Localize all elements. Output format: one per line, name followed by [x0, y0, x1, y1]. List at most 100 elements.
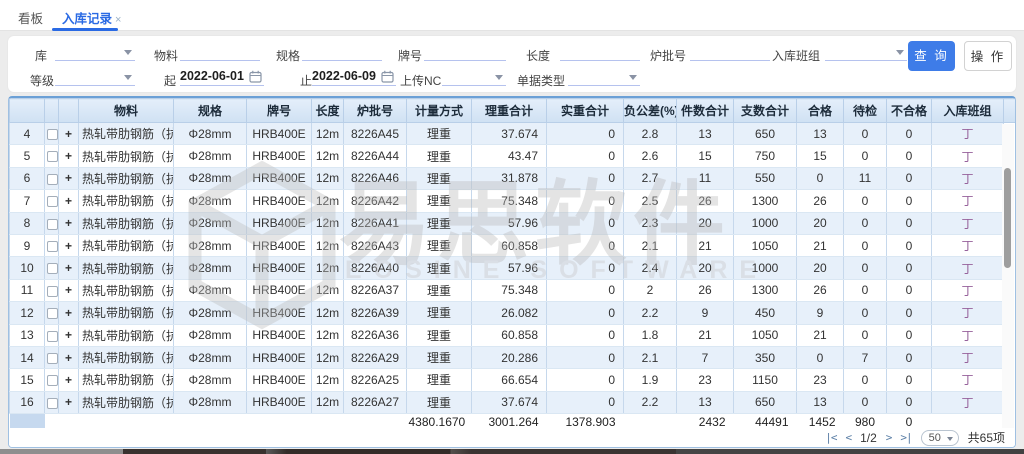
checkbox[interactable] [47, 241, 58, 252]
checkbox[interactable] [47, 129, 58, 140]
col-tolerance[interactable]: 负公差(%) [624, 99, 677, 123]
vertical-scrollbar-track[interactable] [1002, 124, 1014, 429]
row-checkbox-cell[interactable] [45, 257, 59, 279]
row-checkbox-cell[interactable] [45, 346, 59, 368]
tab-inbound-records[interactable]: 入库记录× [62, 8, 121, 27]
table-row[interactable]: 11 + 热轧带肋钢筋（抗震） Φ28mm HRB400E 12m 8226A3… [10, 279, 1016, 301]
expand-button[interactable]: + [59, 123, 79, 145]
checkbox[interactable] [47, 263, 58, 274]
calendar-icon[interactable] [249, 70, 262, 83]
furnace-batch-input[interactable] [690, 42, 770, 61]
expand-button[interactable]: + [59, 234, 79, 256]
upload-nc-select[interactable] [442, 67, 506, 86]
table-row[interactable]: 4 + 热轧带肋钢筋（抗震） Φ28mm HRB400E 12m 8226A45… [10, 123, 1016, 145]
prev-page-icon[interactable]: < [845, 431, 851, 444]
col-length[interactable]: 长度 [312, 99, 344, 123]
team-cell: 丁 [932, 324, 1004, 346]
last-page-icon[interactable]: >| [900, 431, 911, 444]
col-theoretical[interactable]: 理重合计 [472, 99, 547, 123]
expand-button[interactable]: + [59, 190, 79, 212]
col-pieces[interactable]: 件数合计 [677, 99, 734, 123]
col-pending[interactable]: 待检 [844, 99, 887, 123]
col-brand[interactable]: 牌号 [247, 99, 312, 123]
checkbox[interactable] [47, 308, 58, 319]
expand-button[interactable]: + [59, 346, 79, 368]
row-checkbox-cell[interactable] [45, 145, 59, 167]
vertical-scrollbar-thumb[interactable] [1004, 168, 1011, 268]
material-input[interactable] [180, 42, 260, 61]
checkbox[interactable] [47, 151, 58, 162]
table-row[interactable]: 10 + 热轧带肋钢筋（抗震） Φ28mm HRB400E 12m 8226A4… [10, 257, 1016, 279]
row-checkbox-cell[interactable] [45, 279, 59, 301]
col-pass[interactable]: 合格 [797, 99, 844, 123]
expand-button[interactable]: + [59, 391, 79, 413]
date-from-input[interactable]: 2022-06-01 [180, 67, 264, 86]
brand-cell: HRB400E [247, 167, 312, 189]
row-checkbox-cell[interactable] [45, 212, 59, 234]
table-row[interactable]: 8 + 热轧带肋钢筋（抗震） Φ28mm HRB400E 12m 8226A41… [10, 212, 1016, 234]
table-row[interactable]: 6 + 热轧带肋钢筋（抗震） Φ28mm HRB400E 12m 8226A46… [10, 167, 1016, 189]
tab-dashboard[interactable]: 看板 [18, 8, 43, 27]
col-team[interactable]: 入库班组 [932, 99, 1004, 123]
method-cell: 理重 [407, 257, 472, 279]
table-row[interactable]: 14 + 热轧带肋钢筋（抗震） Φ28mm HRB400E 12m 8226A2… [10, 346, 1016, 368]
col-spec[interactable]: 规格 [174, 99, 247, 123]
col-bars[interactable]: 支数合计 [734, 99, 797, 123]
table-row[interactable]: 13 + 热轧带肋钢筋（抗震） Φ28mm HRB400E 12m 8226A3… [10, 324, 1016, 346]
expand-button[interactable]: + [59, 257, 79, 279]
col-fail[interactable]: 不合格 [887, 99, 932, 123]
row-checkbox-cell[interactable] [45, 302, 59, 324]
inbound-team-select[interactable] [825, 42, 907, 61]
checkbox[interactable] [47, 331, 58, 342]
first-page-icon[interactable]: |< [825, 431, 836, 444]
pieces-cell: 26 [677, 190, 734, 212]
page-size-select[interactable]: 50 [921, 430, 959, 446]
table-row[interactable]: 9 + 热轧带肋钢筋（抗震） Φ28mm HRB400E 12m 8226A43… [10, 234, 1016, 256]
row-checkbox-cell[interactable] [45, 167, 59, 189]
tab-close-icon[interactable]: × [115, 14, 121, 26]
checkbox[interactable] [47, 174, 58, 185]
table-row[interactable]: 5 + 热轧带肋钢筋（抗震） Φ28mm HRB400E 12m 8226A44… [10, 145, 1016, 167]
tolerance-cell: 2.2 [624, 391, 677, 413]
table-row[interactable]: 15 + 热轧带肋钢筋（抗震） Φ28mm HRB400E 12m 8226A2… [10, 369, 1016, 391]
query-button[interactable]: 查 询 [908, 41, 955, 71]
date-to-input[interactable]: 2022-06-09 [312, 67, 396, 86]
table-row[interactable]: 12 + 热轧带肋钢筋（抗震） Φ28mm HRB400E 12m 8226A3… [10, 302, 1016, 324]
checkbox[interactable] [47, 353, 58, 364]
actual-weight-cell: 0 [547, 167, 624, 189]
expand-button[interactable]: + [59, 302, 79, 324]
expand-button[interactable]: + [59, 324, 79, 346]
calendar-icon[interactable] [381, 70, 394, 83]
checkbox[interactable] [47, 196, 58, 207]
checkbox[interactable] [47, 375, 58, 386]
col-batch[interactable]: 炉批号 [344, 99, 407, 123]
expand-button[interactable]: + [59, 167, 79, 189]
doc-type-select[interactable] [568, 67, 640, 86]
expand-button[interactable]: + [59, 145, 79, 167]
table-row[interactable]: 16 + 热轧带肋钢筋（抗震） Φ28mm HRB400E 12m 8226A2… [10, 391, 1016, 413]
row-checkbox-cell[interactable] [45, 190, 59, 212]
row-checkbox-cell[interactable] [45, 234, 59, 256]
row-checkbox-cell[interactable] [45, 391, 59, 413]
expand-button[interactable]: + [59, 279, 79, 301]
checkbox[interactable] [47, 398, 58, 409]
row-checkbox-cell[interactable] [45, 324, 59, 346]
length-input[interactable] [560, 42, 640, 61]
spec-input[interactable] [302, 42, 382, 61]
checkbox[interactable] [47, 286, 58, 297]
table-row[interactable]: 7 + 热轧带肋钢筋（抗震） Φ28mm HRB400E 12m 8226A42… [10, 190, 1016, 212]
fail-cell: 0 [887, 167, 932, 189]
grade-select[interactable] [55, 67, 135, 86]
col-actual[interactable]: 实重合计 [547, 99, 624, 123]
expand-button[interactable]: + [59, 369, 79, 391]
col-method[interactable]: 计量方式 [407, 99, 472, 123]
brand-input[interactable] [424, 42, 506, 61]
checkbox[interactable] [47, 219, 58, 230]
next-page-icon[interactable]: > [886, 431, 892, 444]
row-checkbox-cell[interactable] [45, 123, 59, 145]
row-checkbox-cell[interactable] [45, 369, 59, 391]
col-material[interactable]: 物料 [79, 99, 174, 123]
operate-button[interactable]: 操 作 [964, 41, 1012, 71]
expand-button[interactable]: + [59, 212, 79, 234]
warehouse-select[interactable] [55, 42, 135, 61]
